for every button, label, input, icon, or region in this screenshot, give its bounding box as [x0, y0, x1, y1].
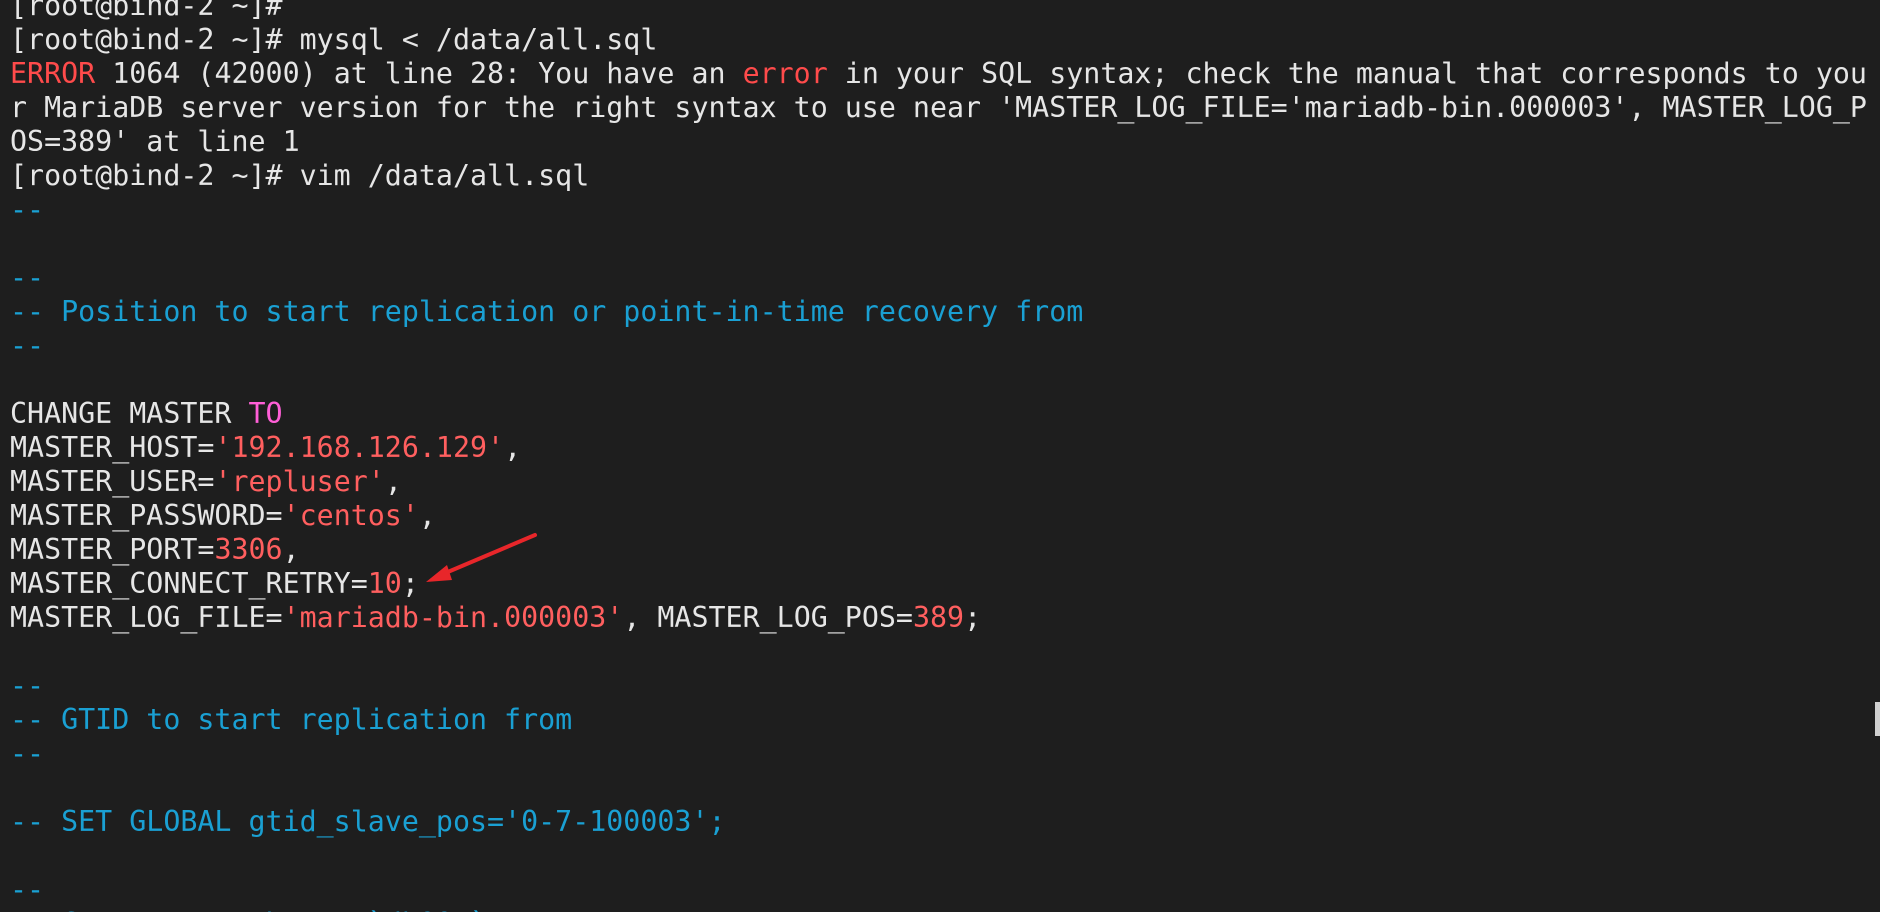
terminal-text-segment: 'repluser' — [214, 465, 385, 498]
terminal-text-segment: '192.168.126.129' — [214, 431, 505, 464]
terminal-text-segment: -- — [10, 261, 45, 294]
terminal-text-segment: ERROR — [10, 57, 96, 90]
terminal-line: -- — [10, 329, 44, 363]
terminal-line: MASTER_LOG_FILE='mariadb-bin.000003', MA… — [10, 601, 981, 635]
terminal-text-segment: , — [504, 431, 522, 464]
terminal-text-segment: MASTER_PORT= — [10, 533, 215, 566]
terminal-text-segment: CHANGE MASTER — [10, 397, 249, 430]
terminal-text-segment: 'mariadb-bin.000003' — [282, 601, 624, 634]
terminal-text-segment: -- — [10, 737, 45, 770]
terminal-text-segment: MASTER_HOST= — [10, 431, 215, 464]
terminal-text-segment: 389 — [912, 601, 965, 634]
terminal-text-segment: [root@bind-2 ~]# — [10, 0, 283, 22]
terminal-text-segment: -- — [10, 329, 45, 362]
terminal-line: -- Position to start replication or poin… — [10, 295, 1083, 329]
terminal-text-segment: , — [418, 499, 436, 532]
scrollbar-thumb[interactable] — [1875, 702, 1880, 736]
terminal-line: -- — [10, 873, 44, 907]
terminal-line: ERROR 1064 (42000) at line 28: You have … — [10, 57, 1867, 91]
terminal-line: -- — [10, 261, 44, 295]
terminal-text-segment: r MariaDB server version for the right s… — [10, 91, 1867, 124]
terminal-line: MASTER_HOST='192.168.126.129', — [10, 431, 521, 465]
terminal-text-segment: in your SQL syntax; check the manual tha… — [827, 57, 1867, 90]
terminal-text-segment: 1064 (42000) at line 28: You have an — [95, 57, 743, 90]
terminal-line: -- Current Database: `db001` — [10, 907, 487, 912]
terminal-text-segment: ; — [964, 601, 982, 634]
terminal-line: MASTER_CONNECT_RETRY=10; — [10, 567, 419, 601]
terminal-line: [root@bind-2 ~]# vim /data/all.sql — [10, 159, 589, 193]
terminal-text-segment: MASTER_LOG_FILE= — [10, 601, 283, 634]
terminal-line: CHANGE MASTER TO — [10, 397, 283, 431]
terminal-text-segment: -- Position to start replication or poin… — [10, 295, 1084, 328]
terminal-line: MASTER_PORT=3306, — [10, 533, 300, 567]
terminal-text-segment: ; — [401, 567, 419, 600]
terminal-line: -- GTID to start replication from — [10, 703, 572, 737]
terminal-text-segment: -- — [10, 873, 45, 906]
terminal-line: MASTER_PASSWORD='centos', — [10, 499, 436, 533]
terminal-text-segment: , MASTER_LOG_POS= — [623, 601, 913, 634]
terminal-line: [root@bind-2 ~]# — [10, 0, 283, 23]
terminal-line: -- — [10, 669, 44, 703]
terminal-line: -- — [10, 737, 44, 771]
terminal-text-segment: error — [742, 57, 828, 90]
terminal-text-segment: -- Current Database: `db001` — [10, 907, 487, 912]
terminal-line: [root@bind-2 ~]# mysql < /data/all.sql — [10, 23, 657, 57]
terminal-text-segment: -- SET GLOBAL gtid_slave_pos='0-7-100003… — [10, 805, 726, 838]
terminal-text-segment: -- — [10, 193, 45, 226]
terminal-text-segment: 3306 — [214, 533, 283, 566]
terminal-text-segment: , — [384, 465, 402, 498]
terminal-line: OS=389' at line 1 — [10, 125, 300, 159]
terminal-line: -- SET GLOBAL gtid_slave_pos='0-7-100003… — [10, 805, 726, 839]
terminal-text-segment: [root@bind-2 ~]# mysql < /data/all.sql — [10, 23, 658, 56]
terminal-text-segment: TO — [248, 397, 283, 430]
terminal-text-segment: 'centos' — [282, 499, 419, 532]
terminal-text-segment: [root@bind-2 ~]# vim /data/all.sql — [10, 159, 590, 192]
terminal-text-segment: OS=389' at line 1 — [10, 125, 300, 158]
terminal-line: r MariaDB server version for the right s… — [10, 91, 1867, 125]
terminal-text-segment: MASTER_CONNECT_RETRY= — [10, 567, 368, 600]
terminal-text-segment: -- — [10, 669, 45, 702]
terminal-text-segment: MASTER_USER= — [10, 465, 215, 498]
terminal-text-segment: 10 — [367, 567, 402, 600]
terminal-window[interactable]: [root@bind-2 ~]# [root@bind-2 ~]# mysql <… — [0, 0, 1880, 912]
terminal-text-segment: -- GTID to start replication from — [10, 703, 573, 736]
terminal-text-segment: MASTER_PASSWORD= — [10, 499, 283, 532]
terminal-line: -- — [10, 193, 44, 227]
terminal-line: MASTER_USER='repluser', — [10, 465, 402, 499]
terminal-text-segment: , — [282, 533, 300, 566]
